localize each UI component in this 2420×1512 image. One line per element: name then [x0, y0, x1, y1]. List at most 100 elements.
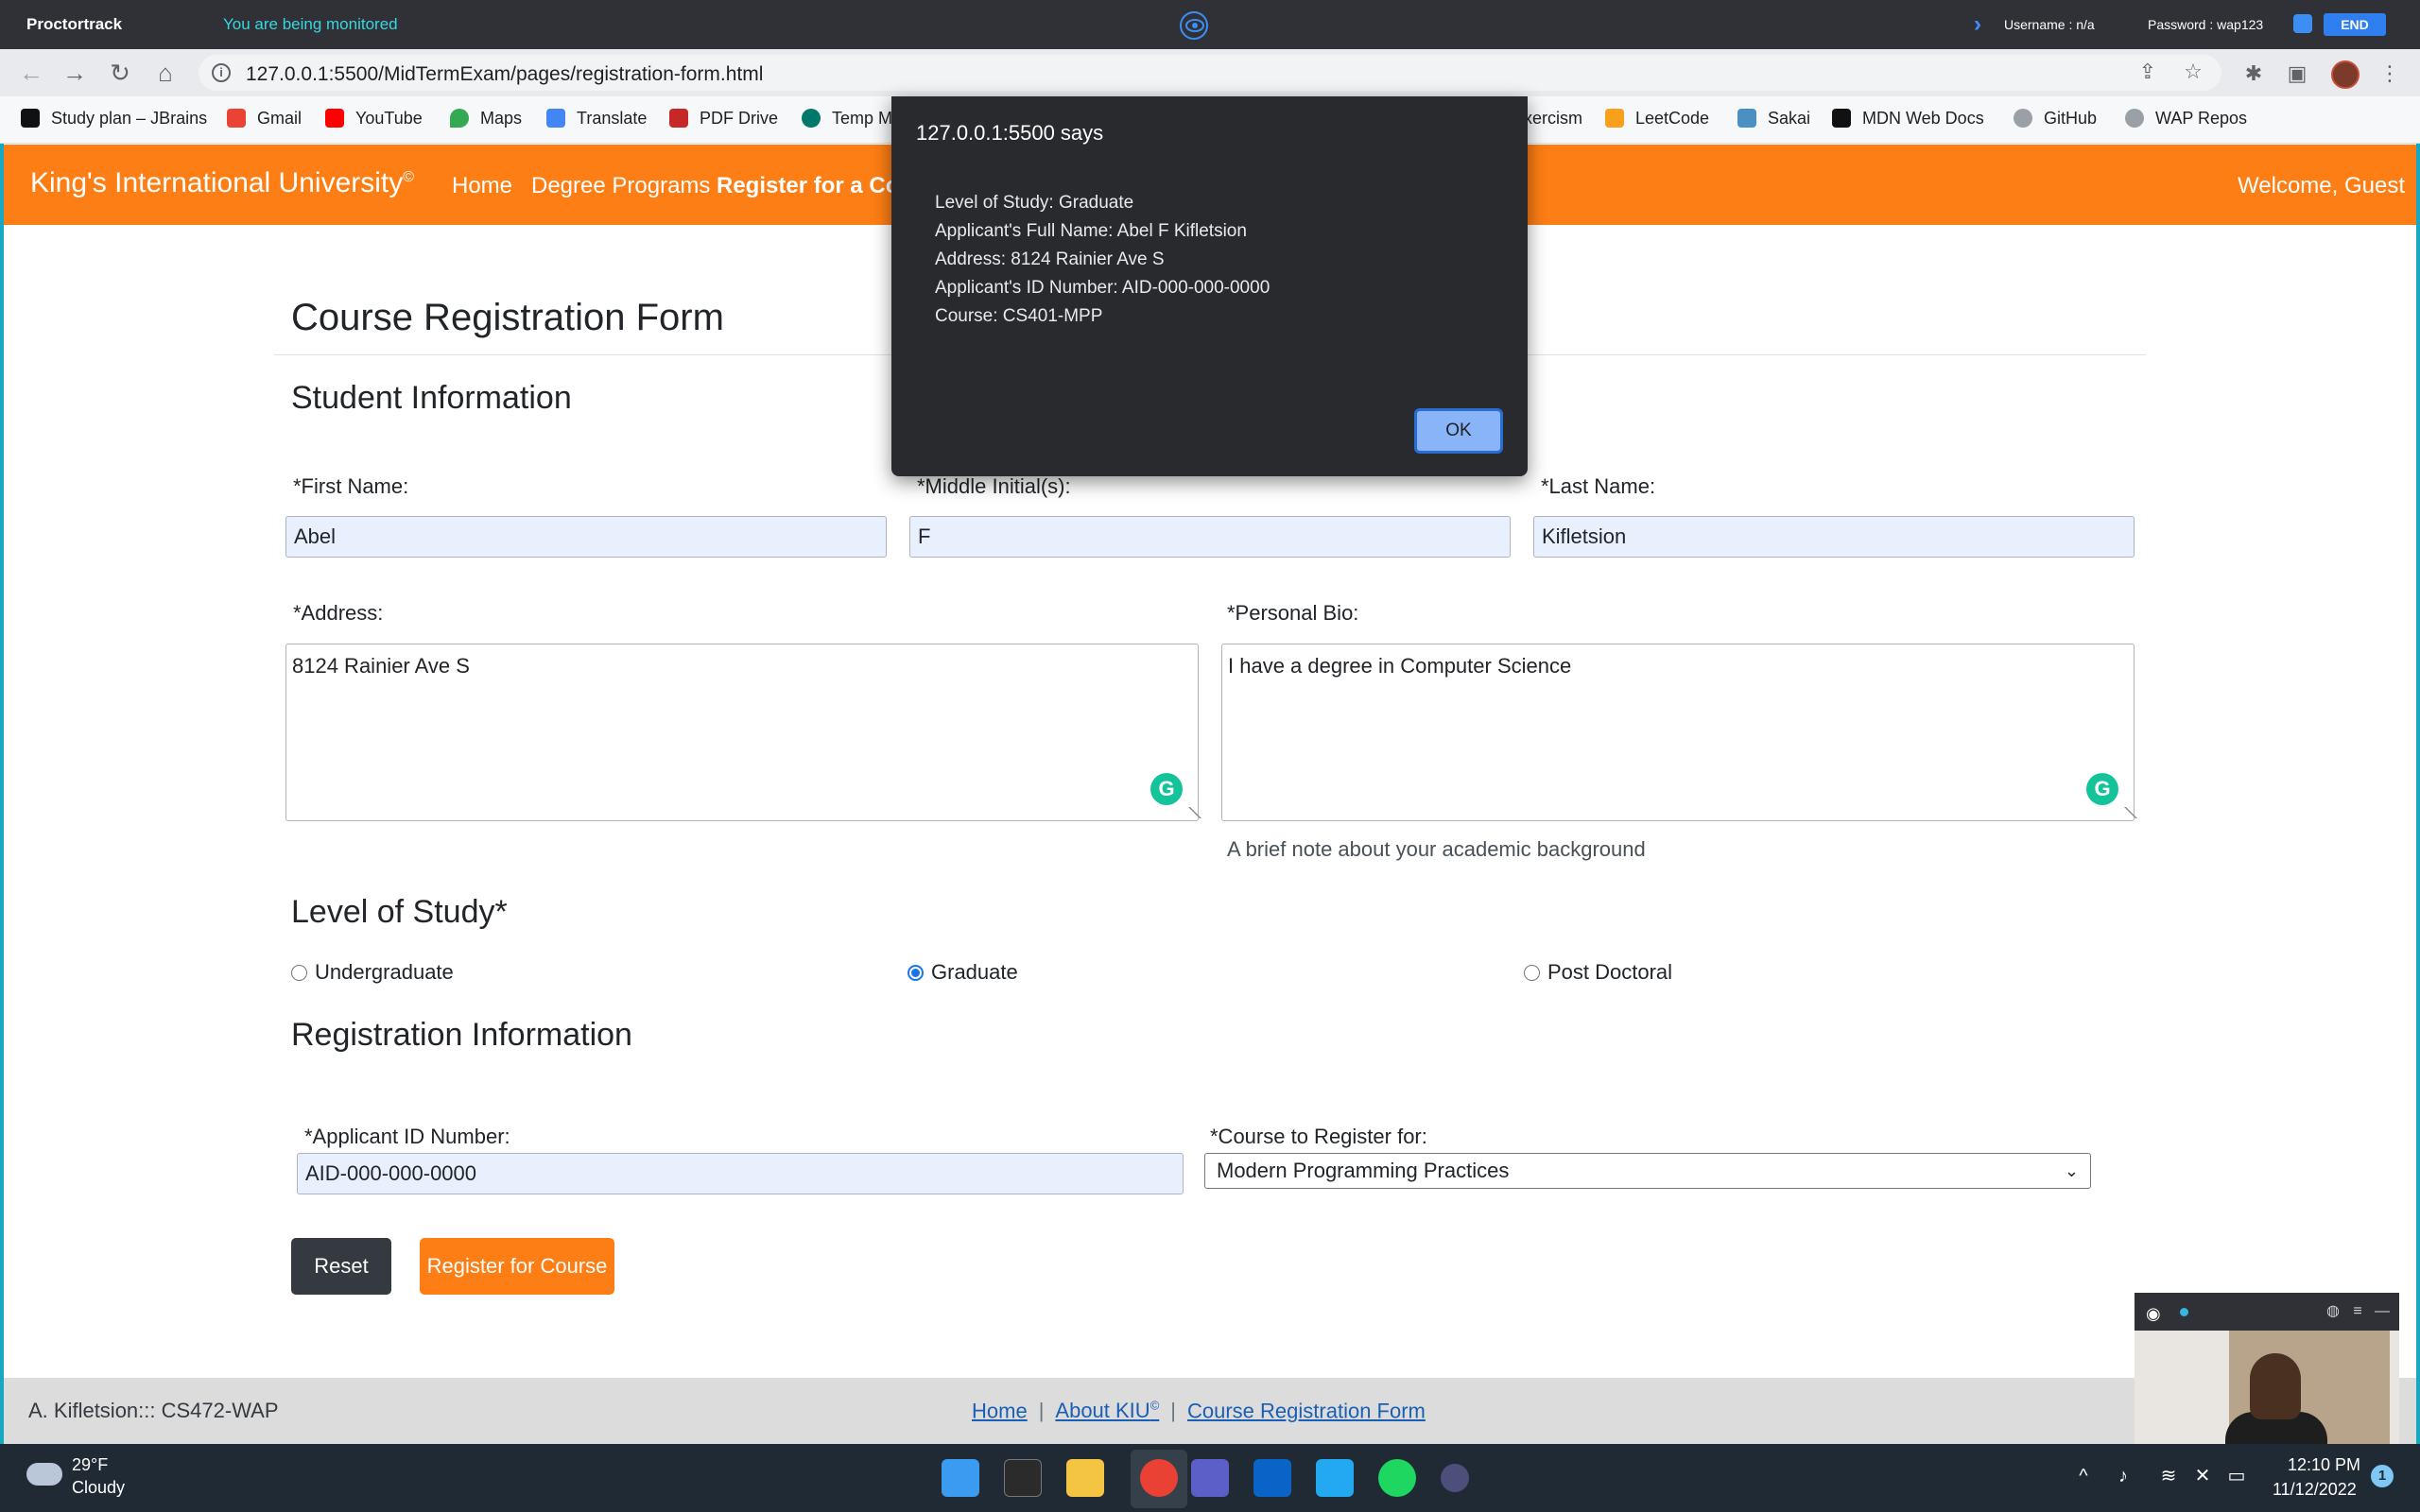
dialog-line-level: Level of Study: Graduate	[935, 193, 1134, 213]
weather-temperature[interactable]: 29°F	[72, 1455, 108, 1475]
bookmark-github[interactable]: GitHub	[2014, 109, 2097, 129]
nav-home[interactable]: Home	[452, 173, 512, 199]
clock-date[interactable]: 11/12/2022	[2273, 1480, 2357, 1500]
clock-time[interactable]: 12:10 PM	[2288, 1455, 2360, 1475]
radio-circle-checked[interactable]	[908, 964, 924, 981]
bookmark-maps[interactable]: Maps	[450, 109, 522, 129]
terminal-icon[interactable]	[1004, 1459, 1042, 1497]
chat-icon[interactable]: ◍	[2324, 1302, 2342, 1321]
about-copyright-mark: ©	[1150, 1399, 1160, 1413]
proctortrack-brand: Proctortrack	[26, 15, 123, 33]
radio-post-doctoral[interactable]: Post Doctoral	[1524, 960, 1672, 985]
live-indicator-icon	[2180, 1308, 2188, 1316]
bookmark-youtube[interactable]: YouTube	[325, 109, 423, 129]
monitoring-status: You are being monitored	[223, 15, 398, 33]
grammarly-icon[interactable]: G	[1150, 773, 1183, 805]
windows-taskbar: 29°F Cloudy ^ ♪ ≋ ✕ ▭ 12:10 PM 11/12/202…	[0, 1444, 2420, 1512]
reload-icon[interactable]: ↻	[106, 59, 134, 87]
weather-condition[interactable]: Cloudy	[72, 1478, 125, 1498]
reset-button[interactable]: Reset	[291, 1238, 391, 1295]
star-icon[interactable]: ☆	[2182, 60, 2204, 83]
chat-icon[interactable]	[2293, 14, 2312, 33]
cloud-icon[interactable]	[26, 1463, 62, 1486]
windows-start-icon[interactable]	[942, 1459, 979, 1497]
back-icon[interactable]: ←	[17, 59, 45, 87]
youtube-icon	[325, 109, 344, 128]
bookmark-gmail[interactable]: Gmail	[227, 109, 302, 129]
footer-link-about[interactable]: About KIU©	[1055, 1399, 1159, 1422]
profile-avatar[interactable]	[2331, 60, 2360, 89]
bookmark-translate[interactable]: Translate	[546, 109, 647, 129]
spotify-icon[interactable]	[1378, 1459, 1416, 1497]
url-text[interactable]: 127.0.0.1:5500/MidTermExam/pages/registr…	[246, 63, 763, 86]
menu-icon[interactable]: ≡	[2348, 1302, 2367, 1321]
notification-badge[interactable]: 1	[2371, 1465, 2394, 1487]
address-bar[interactable]: i 127.0.0.1:5500/MidTermExam/pages/regis…	[199, 55, 2221, 91]
address-textarea[interactable]: 8124 Rainier Ave S G	[285, 644, 1201, 821]
bookmark-pdf-drive[interactable]: PDF Drive	[669, 109, 778, 129]
chevron-up-icon[interactable]: ^	[2072, 1465, 2095, 1487]
footer-link-registration[interactable]: Course Registration Form	[1187, 1399, 1426, 1422]
dialog-ok-button[interactable]: OK	[1414, 408, 1503, 454]
proctortrack-icon[interactable]	[1441, 1464, 1469, 1492]
file-explorer-icon[interactable]	[1066, 1459, 1104, 1497]
bookmark-wap-repos[interactable]: WAP Repos	[2125, 109, 2247, 129]
radio-undergraduate[interactable]: Undergraduate	[291, 960, 454, 985]
dialog-line-name: Applicant's Full Name: Abel F Kifletsion	[935, 221, 1247, 241]
last-name-input[interactable]: Kifletsion	[1533, 516, 2135, 558]
microphone-icon[interactable]: ♪	[2112, 1465, 2135, 1487]
last-name-label: *Last Name:	[1541, 474, 1656, 498]
bookmark-exercism[interactable]: xercism	[1524, 109, 1582, 129]
nav-degree-programs[interactable]: Degree Programs	[531, 173, 710, 199]
footer-link-home[interactable]: Home	[972, 1399, 1028, 1422]
footer-links: Home | About KIU© | Course Registration Form	[972, 1399, 1426, 1423]
resize-handle[interactable]	[1179, 807, 1201, 818]
share-icon[interactable]: ⇪	[2136, 60, 2159, 83]
wap-repos-icon	[2125, 109, 2144, 128]
chrome-icon[interactable]	[1140, 1459, 1178, 1497]
radio-circle[interactable]	[291, 964, 307, 981]
battery-icon[interactable]: ▭	[2225, 1465, 2248, 1487]
minimize-icon[interactable]: —	[2373, 1302, 2392, 1321]
applicant-id-input[interactable]: AID-000-000-0000	[297, 1153, 1184, 1194]
bookmark-mdn[interactable]: MDN Web Docs	[1832, 109, 1984, 129]
home-icon[interactable]: ⌂	[151, 59, 180, 87]
radio-circle[interactable]	[1524, 964, 1540, 981]
site-info-icon[interactable]: i	[212, 63, 231, 82]
applicant-id-label: *Applicant ID Number:	[304, 1125, 510, 1148]
vscode-icon[interactable]	[1316, 1459, 1354, 1497]
bookmark-temp-mail[interactable]: Temp M	[802, 109, 892, 129]
site-brand[interactable]: King's International University©	[30, 167, 414, 199]
proctor-eye-icon[interactable]	[1180, 11, 1208, 40]
radio-graduate[interactable]: Graduate	[908, 960, 1018, 985]
outlook-icon[interactable]	[1253, 1459, 1291, 1497]
grammarly-icon[interactable]: G	[2086, 773, 2118, 805]
extensions-icon[interactable]: ✱	[2242, 62, 2265, 85]
address-label: *Address:	[293, 601, 384, 625]
side-panel-icon[interactable]: ▣	[2286, 62, 2308, 85]
first-name-input[interactable]: Abel	[285, 516, 887, 558]
course-select[interactable]: Modern Programming Practices ⌄	[1204, 1153, 2091, 1189]
speaker-muted-icon[interactable]: ✕	[2191, 1465, 2214, 1487]
webcam-overlay[interactable]: ◉ ◍ ≡ —	[2135, 1293, 2399, 1444]
site-footer: A. Kifletsion::: CS472-WAP Home | About KI…	[4, 1378, 2416, 1444]
bookmark-jbrains[interactable]: Study plan – JBrains	[21, 109, 207, 129]
teams-icon[interactable]	[1191, 1459, 1229, 1497]
middle-initial-input[interactable]: F	[909, 516, 1511, 558]
menu-icon[interactable]: ⋮	[2378, 62, 2401, 85]
nav-register-course[interactable]: Register for a Cou	[717, 173, 913, 199]
gmail-icon	[227, 109, 246, 128]
end-button[interactable]: END	[2324, 13, 2386, 36]
screen-border-left	[0, 49, 4, 1444]
resize-handle[interactable]	[2115, 807, 2137, 818]
mdn-icon	[1832, 109, 1851, 128]
bookmark-leetcode[interactable]: LeetCode	[1605, 109, 1709, 129]
dialog-line-id: Applicant's ID Number: AID-000-000-0000	[935, 278, 1270, 298]
register-course-button[interactable]: Register for Course	[420, 1238, 614, 1295]
bio-textarea[interactable]: I have a degree in Computer Science G	[1221, 644, 2137, 821]
wifi-icon[interactable]: ≋	[2157, 1465, 2180, 1487]
forward-icon[interactable]: →	[60, 59, 89, 87]
bookmark-sakai[interactable]: Sakai	[1737, 109, 1810, 129]
brand-copyright-mark: ©	[403, 169, 415, 185]
first-name-label: *First Name:	[293, 474, 409, 498]
